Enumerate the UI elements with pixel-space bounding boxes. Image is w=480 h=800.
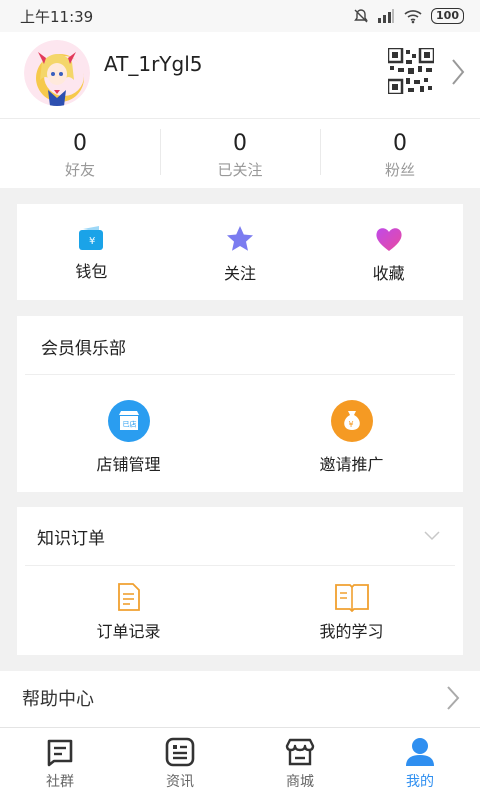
my-learning-label: 我的学习 xyxy=(319,622,384,641)
username: AT_1rYgl5 xyxy=(104,52,203,76)
order-records-button[interactable]: 订单记录 xyxy=(17,566,240,655)
community-icon xyxy=(47,739,73,767)
mute-icon xyxy=(354,9,368,23)
stat-label: 已关注 xyxy=(217,161,263,179)
knowledge-orders-card: 知识订单 订单记录 我的学习 xyxy=(17,507,463,655)
chevron-right-icon[interactable] xyxy=(444,683,462,713)
favorites-label: 收藏 xyxy=(372,264,405,283)
stat-following[interactable]: 0 已关注 xyxy=(160,119,320,188)
quick-actions-card: ¥ 钱包 关注 收藏 xyxy=(17,204,463,300)
star-icon xyxy=(227,226,253,251)
member-club-title: 会员俱乐部 xyxy=(41,339,126,359)
shop-icon xyxy=(285,738,315,766)
help-center-row[interactable]: 帮助中心 xyxy=(0,671,480,727)
orders-title: 知识订单 xyxy=(37,528,105,549)
avatar[interactable] xyxy=(24,40,90,106)
wallet-label: 钱包 xyxy=(75,262,108,281)
svg-text:¥: ¥ xyxy=(348,420,353,429)
wallet-button[interactable]: ¥ 钱包 xyxy=(17,204,166,300)
status-bar: 上午11:39 100 xyxy=(0,0,480,32)
document-icon xyxy=(117,583,140,611)
invite-promotion-label: 邀请推广 xyxy=(319,455,384,474)
member-club-card: 会员俱乐部 已店 店铺管理 ¥ 邀请推广 xyxy=(17,316,463,492)
book-icon xyxy=(334,584,369,612)
orders-header[interactable]: 知识订单 xyxy=(17,507,463,565)
profile-icon xyxy=(406,738,434,766)
help-center-label: 帮助中心 xyxy=(22,689,94,710)
tab-profile[interactable]: 我的 xyxy=(360,728,480,800)
store-management-button[interactable]: 已店 店铺管理 xyxy=(17,375,240,492)
store-icon: 已店 xyxy=(107,400,150,442)
svg-text:已店: 已店 xyxy=(122,420,136,429)
follow-label: 关注 xyxy=(224,264,257,283)
tab-label: 商城 xyxy=(286,774,314,790)
tab-label: 我的 xyxy=(406,774,434,790)
money-bag-icon: ¥ xyxy=(330,400,373,442)
stat-label: 粉丝 xyxy=(384,161,415,179)
wifi-icon xyxy=(404,10,422,24)
qr-code-icon[interactable] xyxy=(388,48,434,94)
status-icons: 100 xyxy=(353,8,464,24)
stat-value: 0 xyxy=(233,131,247,156)
news-icon xyxy=(165,737,195,767)
heart-icon xyxy=(376,228,402,251)
order-records-label: 订单记录 xyxy=(96,622,161,641)
stat-followers[interactable]: 0 粉丝 xyxy=(320,119,480,188)
svg-text:¥: ¥ xyxy=(89,236,95,247)
follow-button[interactable]: 关注 xyxy=(166,204,315,300)
stat-value: 0 xyxy=(73,131,87,156)
chevron-down-icon[interactable] xyxy=(423,530,441,542)
tab-community[interactable]: 社群 xyxy=(0,728,120,800)
favorites-button[interactable]: 收藏 xyxy=(314,204,463,300)
store-management-label: 店铺管理 xyxy=(96,455,161,474)
bottom-tab-bar: 社群 资讯 商城 我的 xyxy=(0,727,480,800)
chevron-right-icon[interactable] xyxy=(448,56,468,88)
stat-value: 0 xyxy=(393,131,407,156)
invite-promotion-button[interactable]: ¥ 邀请推广 xyxy=(240,375,463,492)
signal-icon xyxy=(378,9,395,23)
wallet-icon: ¥ xyxy=(79,226,104,250)
status-time: 上午11:39 xyxy=(20,7,94,26)
stat-friends[interactable]: 0 好友 xyxy=(0,119,160,188)
my-learning-button[interactable]: 我的学习 xyxy=(240,566,463,655)
profile-header[interactable]: AT_1rYgl5 xyxy=(0,32,480,118)
stats-bar: 0 好友 0 已关注 0 粉丝 xyxy=(0,118,480,188)
stat-label: 好友 xyxy=(64,161,95,179)
tab-label: 资讯 xyxy=(166,774,194,790)
tab-label: 社群 xyxy=(46,774,74,790)
battery-indicator: 100 xyxy=(431,8,464,24)
tab-news[interactable]: 资讯 xyxy=(120,728,240,800)
tab-shop[interactable]: 商城 xyxy=(240,728,360,800)
